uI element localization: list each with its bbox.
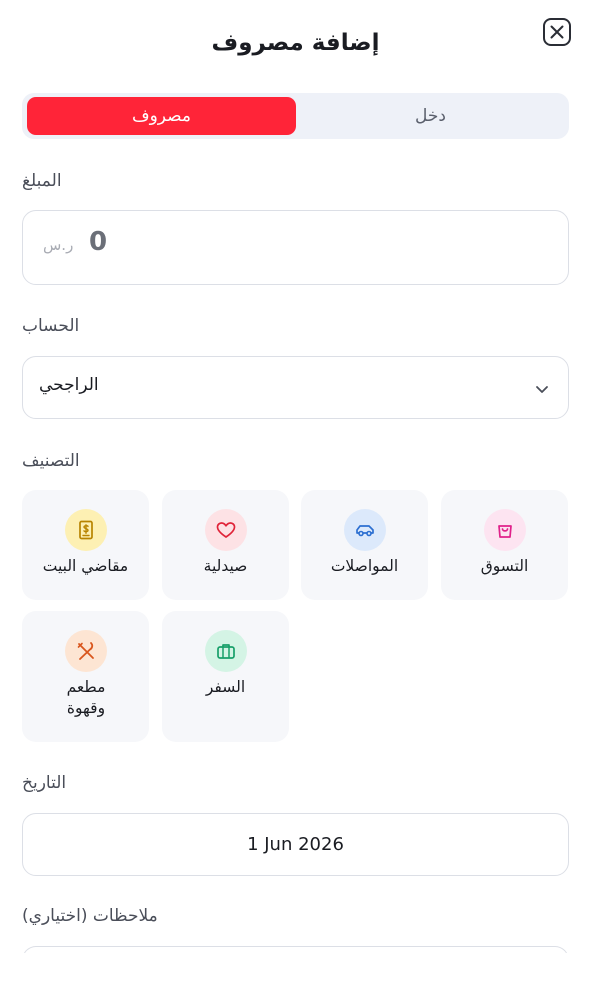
account-label: الحساب [22, 316, 80, 336]
suitcase-icon [217, 644, 235, 659]
account-selected-value: الراجحي [39, 375, 99, 395]
bottom-fade [0, 953, 591, 1000]
shopping-bag-icon [498, 525, 512, 538]
category-label: التصنيف [22, 451, 80, 471]
amount-label: المبلغ [22, 171, 62, 191]
income-tab[interactable]: دخل [296, 97, 565, 135]
category-pharmacy[interactable]: صيدلية [162, 490, 289, 600]
date-field[interactable]: 1 Jun 2026 [22, 813, 569, 876]
close-button[interactable] [543, 18, 571, 46]
utensils-icon [77, 642, 94, 660]
category-label-text: المواصلات [330, 557, 399, 575]
category-label-text: مطعم وقهوة [66, 678, 106, 717]
page-title: إضافة مصروف [211, 30, 380, 56]
amount-value: 0 [89, 227, 108, 257]
car-icon [356, 525, 374, 537]
chevron-down-icon [536, 386, 548, 393]
transaction-type-toggle: مصروف دخل [22, 93, 569, 139]
currency-label: ر.س [43, 236, 74, 254]
notes-label: ملاحظات (اختياري) [22, 906, 158, 926]
category-label-text: صيدلية [203, 557, 248, 575]
category-shopping[interactable]: التسوق [441, 490, 568, 600]
receipt-icon [79, 520, 93, 540]
category-travel[interactable]: السفر [162, 611, 289, 742]
amount-input[interactable]: ر.س 0 [22, 210, 569, 285]
category-label-text: التسوق [480, 557, 529, 575]
heart-icon [216, 522, 236, 538]
account-select[interactable]: الراجحي [22, 356, 569, 419]
add-expense-sheet: إضافة مصروف مصروف دخل المبلغ ر.س 0 الحسا… [0, 0, 591, 1000]
category-transport[interactable]: المواصلات [301, 490, 428, 600]
category-restaurant-cafe[interactable]: مطعم وقهوة [22, 611, 149, 742]
category-label-text: السفر [205, 678, 246, 696]
close-icon [550, 25, 564, 39]
category-label-text: مقاضي البيت [42, 557, 129, 575]
category-groceries[interactable]: مقاضي البيت [22, 490, 149, 600]
date-label: التاريخ [22, 773, 67, 793]
expense-tab[interactable]: مصروف [27, 97, 296, 135]
date-value: 1 Jun 2026 [247, 834, 344, 855]
